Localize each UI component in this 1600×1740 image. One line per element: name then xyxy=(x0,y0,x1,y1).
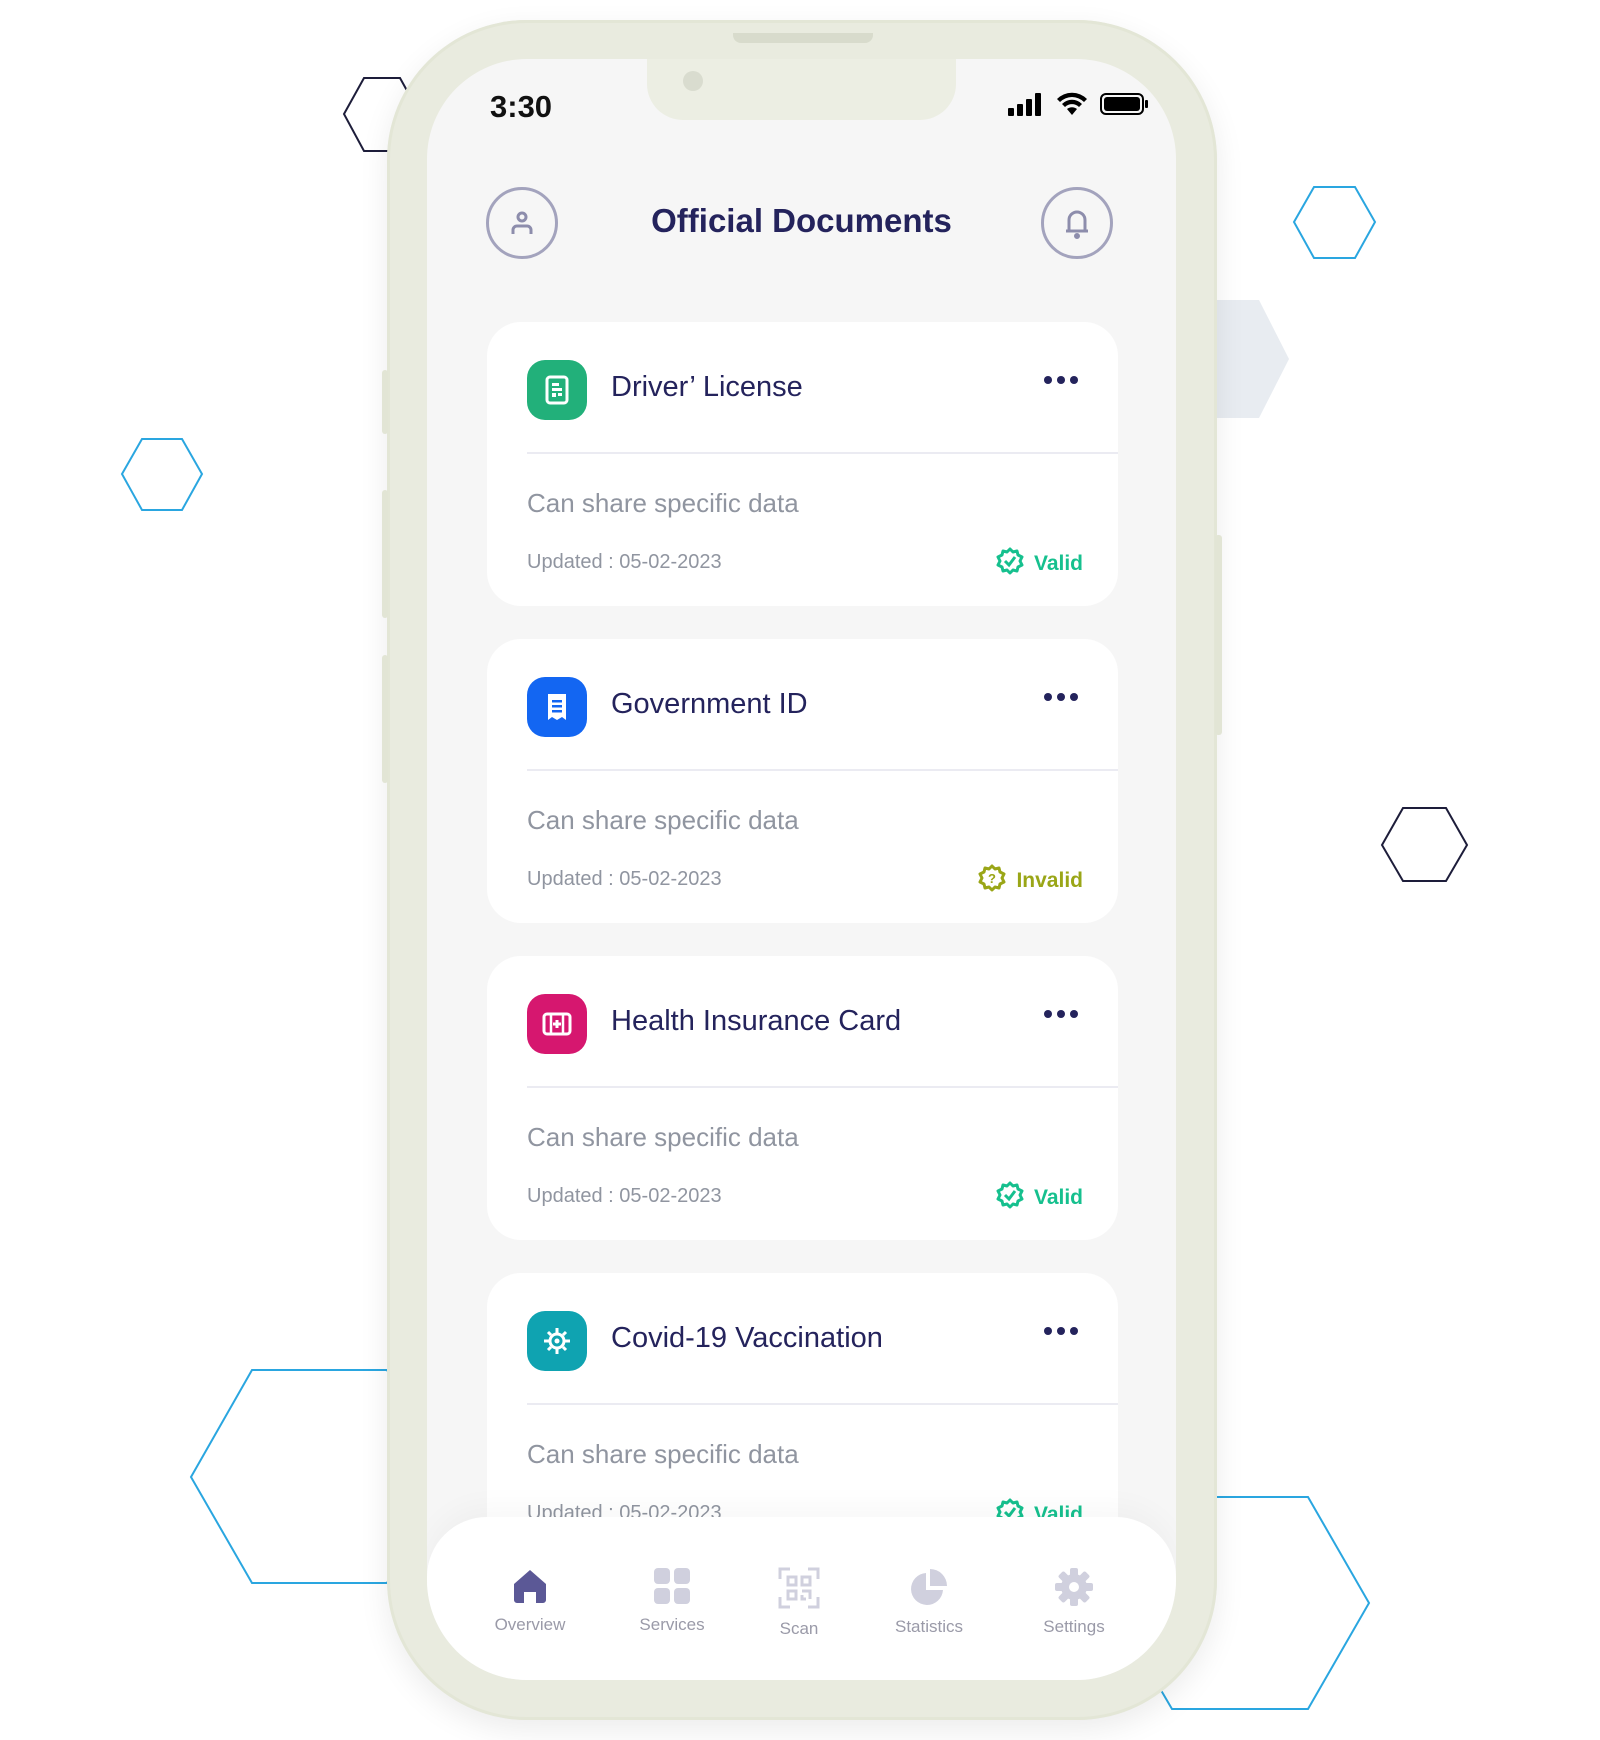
document-description: Can share specific data xyxy=(527,1122,799,1152)
status-time: 3:30 xyxy=(490,89,553,124)
status-label: Valid xyxy=(1033,1186,1083,1209)
nav-item-services[interactable]: Services xyxy=(617,1567,727,1635)
notifications-button[interactable] xyxy=(1041,187,1113,259)
nav-label: Statistics xyxy=(894,1617,964,1636)
mute-switch xyxy=(382,370,388,434)
document-title: Covid-19 Vaccination xyxy=(611,1322,883,1354)
medical-card-icon xyxy=(527,994,587,1054)
id-document-icon xyxy=(527,677,587,737)
hexagon-decoration xyxy=(120,438,204,511)
pie-chart-icon xyxy=(874,1567,984,1607)
camera xyxy=(683,71,703,91)
divider xyxy=(527,1086,1118,1088)
home-icon xyxy=(475,1567,585,1605)
nav-item-settings[interactable]: Settings xyxy=(1019,1567,1129,1637)
volume-down-button xyxy=(382,655,388,783)
bell-icon xyxy=(1066,210,1088,239)
qr-scan-icon xyxy=(744,1567,854,1609)
hexagon-decoration xyxy=(1380,807,1469,882)
nav-label: Settings xyxy=(1043,1617,1105,1636)
status-icons xyxy=(1008,92,1148,116)
virus-icon xyxy=(527,1311,587,1371)
document-card[interactable]: Driver’ License Can share specific data … xyxy=(487,322,1118,606)
verified-badge-icon xyxy=(996,547,1024,581)
document-title: Driver’ License xyxy=(611,371,803,403)
grid-icon xyxy=(617,1567,727,1605)
more-options-icon[interactable] xyxy=(1044,1327,1078,1335)
svg-text:?: ? xyxy=(988,871,996,886)
document-card[interactable]: Government ID Can share specific data Up… xyxy=(487,639,1118,923)
status-label: Invalid xyxy=(1016,869,1083,892)
nav-label: Scan xyxy=(779,1619,819,1638)
notch xyxy=(647,59,956,120)
document-card[interactable]: Health Insurance Card Can share specific… xyxy=(487,956,1118,1240)
document-card[interactable]: Covid-19 Vaccination Can share specific … xyxy=(487,1273,1118,1557)
more-options-icon[interactable] xyxy=(1044,693,1078,701)
app-screen: 3:30 Official Documents Driver’ License … xyxy=(427,59,1176,1680)
power-button xyxy=(1215,535,1222,735)
divider xyxy=(527,1403,1118,1405)
gear-icon xyxy=(1019,1567,1129,1607)
status-badge: Valid xyxy=(996,1181,1083,1215)
nav-item-statistics[interactable]: Statistics xyxy=(874,1567,984,1637)
hexagon-decoration xyxy=(1292,186,1377,259)
updated-date: Updated : 05-02-2023 xyxy=(527,1185,722,1207)
divider xyxy=(527,769,1118,771)
document-title: Health Insurance Card xyxy=(611,1005,902,1037)
battery-icon xyxy=(1100,93,1148,115)
volume-up-button xyxy=(382,490,388,618)
status-label: Valid xyxy=(1033,552,1083,575)
more-options-icon[interactable] xyxy=(1044,376,1078,384)
document-description: Can share specific data xyxy=(527,805,799,835)
document-description: Can share specific data xyxy=(527,488,799,518)
status-badge: Valid xyxy=(996,547,1083,581)
nav-label: Overview xyxy=(494,1615,566,1634)
question-badge-icon: ? xyxy=(978,864,1006,898)
speaker xyxy=(733,33,873,43)
document-description: Can share specific data xyxy=(527,1439,799,1469)
updated-date: Updated : 05-02-2023 xyxy=(527,551,722,573)
status-badge: ? Invalid xyxy=(978,864,1083,898)
nav-item-overview[interactable]: Overview xyxy=(475,1567,585,1635)
more-options-icon[interactable] xyxy=(1044,1010,1078,1018)
signal-icon xyxy=(1008,93,1041,116)
bottom-navigation: Overview Services Scan Statistics Settings xyxy=(427,1517,1176,1680)
updated-date: Updated : 05-02-2023 xyxy=(527,868,722,890)
wifi-icon xyxy=(1057,92,1087,115)
verified-badge-icon xyxy=(996,1181,1024,1215)
divider xyxy=(527,452,1118,454)
document-title: Government ID xyxy=(611,688,808,720)
nav-label: Services xyxy=(639,1615,705,1634)
license-card-icon xyxy=(527,360,587,420)
nav-item-scan[interactable]: Scan xyxy=(744,1567,854,1639)
